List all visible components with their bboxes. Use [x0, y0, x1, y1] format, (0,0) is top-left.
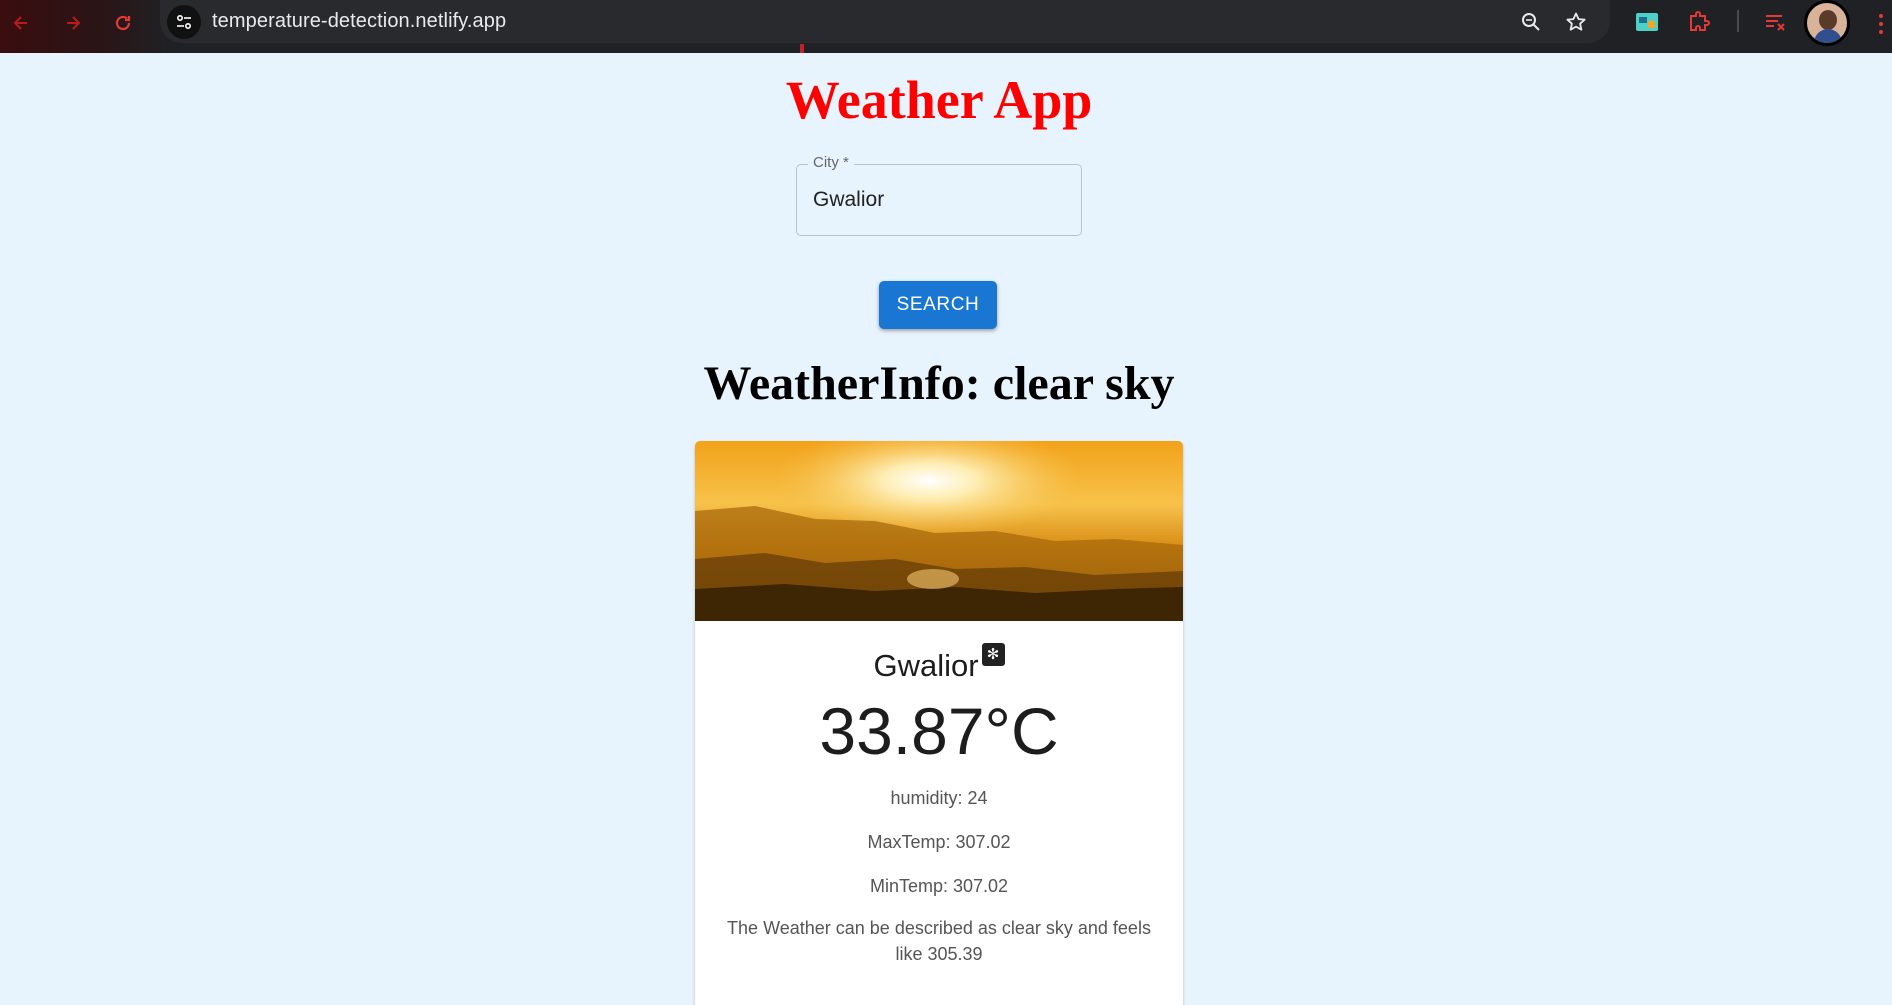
extension-icon[interactable] [1634, 9, 1660, 35]
reading-list-icon[interactable] [1762, 9, 1788, 35]
card-city-name: Gwalior [873, 648, 979, 683]
card-city: Gwalior [695, 643, 1183, 686]
puzzle-extension-icon[interactable] [1686, 9, 1712, 35]
profile-avatar[interactable] [1804, 0, 1850, 46]
tab-indicator [800, 44, 804, 53]
city-field-label: City * [808, 153, 854, 173]
menu-icon[interactable] [1875, 12, 1887, 36]
weather-info-heading: WeatherInfo: clear sky [703, 357, 1175, 410]
toolbar-divider [1737, 10, 1739, 32]
weather-card: Gwalior 33.87°C humidity: 24 MaxTemp: 30… [695, 441, 1183, 1005]
weather-image [695, 441, 1183, 621]
forward-icon[interactable] [60, 10, 86, 36]
card-temperature: 33.87°C [819, 694, 1059, 768]
card-min-temp: MinTemp: 307.02 [869, 876, 1009, 896]
card-description: The Weather can be described as clear sk… [727, 918, 1151, 964]
zoom-icon[interactable] [1518, 9, 1544, 35]
card-max-temp: MaxTemp: 307.02 [867, 832, 1011, 852]
city-input[interactable] [813, 183, 1063, 217]
back-icon[interactable] [8, 10, 34, 36]
app-title: Weather App [785, 70, 1093, 130]
card-humidity: humidity: 24 [890, 788, 988, 808]
weather-icon [981, 643, 1005, 666]
url-text[interactable]: temperature-detection.netlify.app [212, 8, 506, 34]
search-button[interactable]: SEARCH [879, 281, 997, 329]
site-info-icon[interactable] [167, 5, 201, 39]
reload-icon[interactable] [110, 10, 136, 36]
bookmark-star-icon[interactable] [1563, 9, 1589, 35]
browser-toolbar: temperature-detection.netlify.app [0, 0, 1892, 53]
